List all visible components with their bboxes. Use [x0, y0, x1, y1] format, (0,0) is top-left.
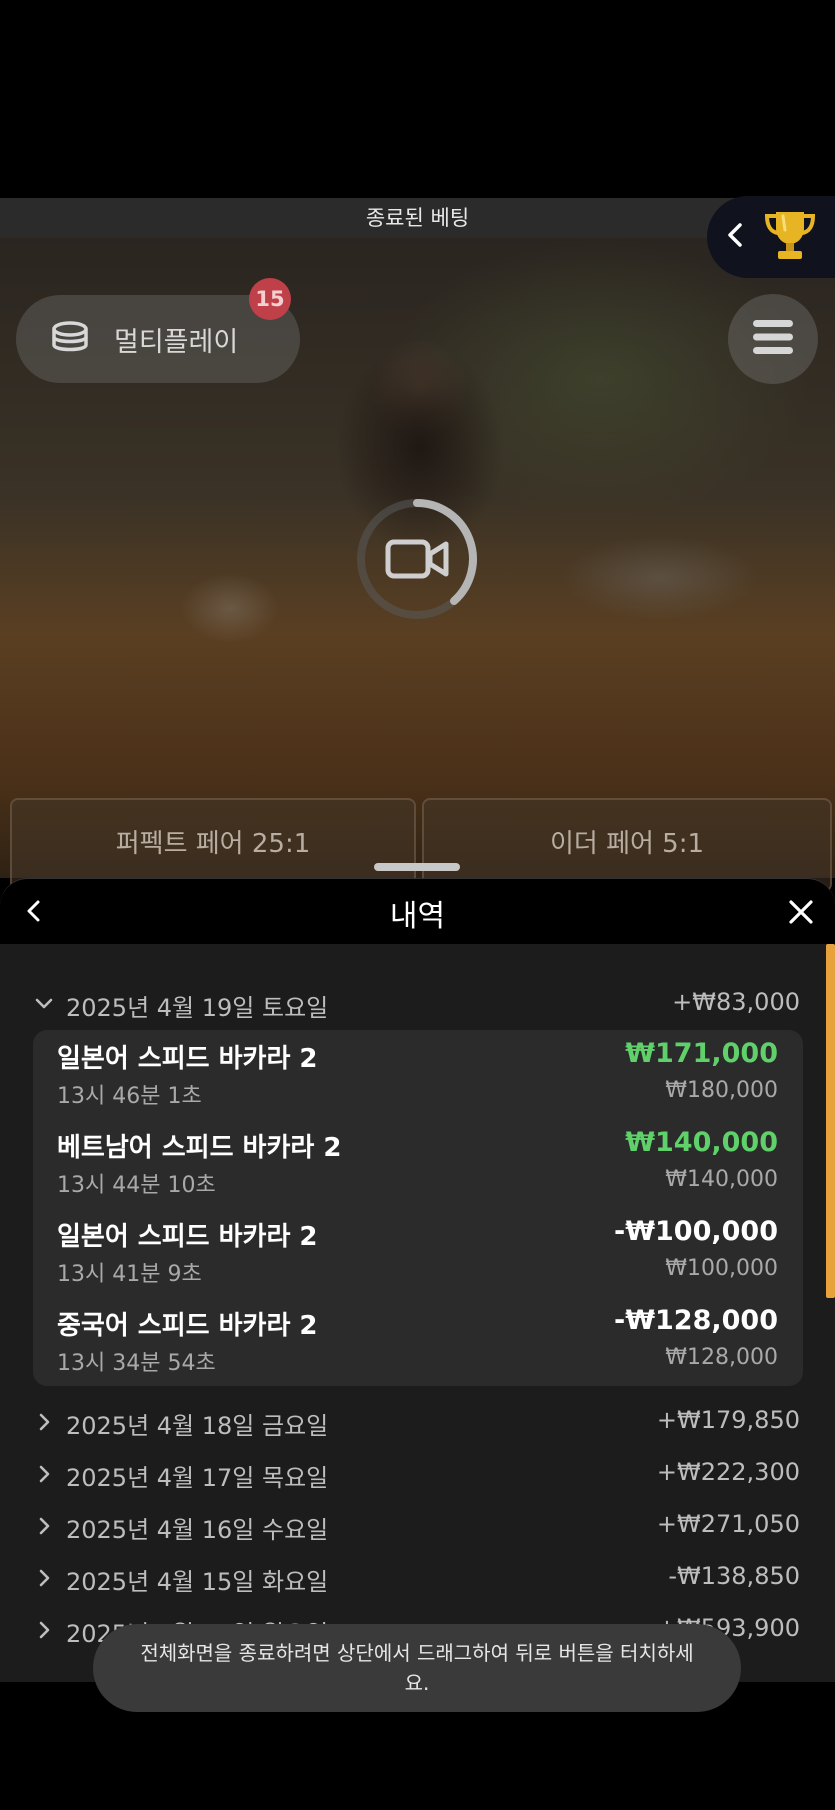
chevron-right-icon: [34, 1410, 54, 1431]
trophy-panel-tab[interactable]: [707, 196, 835, 278]
day-row-expanded[interactable]: 2025년 4월 19일 토요일 +₩83,000: [0, 980, 835, 1024]
bet-time: 13시 46분 1초: [57, 1084, 202, 1109]
history-sheet-header: 내역: [0, 878, 835, 945]
chevron-right-icon: [34, 1566, 54, 1587]
bet-result: -₩128,000: [614, 1305, 778, 1336]
sheet-drag-handle[interactable]: [374, 863, 460, 871]
bet-time: 13시 41분 9초: [57, 1262, 202, 1287]
bet-game: 중국어 스피드 바카라 2: [57, 1311, 318, 1341]
day-row[interactable]: 2025년 4월 18일 금요일 +₩179,850: [0, 1398, 835, 1442]
hamburger-menu-icon: [752, 318, 794, 360]
top-bar-title: 종료된 베팅: [365, 206, 470, 230]
day-total: +₩83,000: [672, 988, 800, 1016]
day-row[interactable]: 2025년 4월 17일 목요일 +₩222,300: [0, 1450, 835, 1494]
bet-game: 일본어 스피드 바카라 2: [57, 1222, 318, 1252]
multiplay-label: 멀티플레이: [114, 326, 239, 358]
day-date: 2025년 4월 16일 수요일: [66, 1516, 329, 1544]
day-row[interactable]: 2025년 4월 15일 화요일 -₩138,850: [0, 1554, 835, 1598]
bet-spot-label: 퍼펙트 페어 25:1: [115, 829, 311, 859]
bet-game: 일본어 스피드 바카라 2: [57, 1044, 318, 1074]
day-date: 2025년 4월 18일 금요일: [66, 1412, 329, 1440]
bet-result: ₩171,000: [625, 1038, 778, 1069]
day-date: 2025년 4월 19일 토요일: [66, 994, 329, 1022]
chevron-left-icon: [725, 221, 745, 253]
bet-stake: ₩180,000: [665, 1078, 778, 1103]
toast-text: 전체화면을 종료하려면 상단에서 드래그하여 뒤로 버튼을 터치하세요.: [140, 1641, 694, 1695]
bet-stake: ₩128,000: [665, 1345, 778, 1370]
history-title: 내역: [389, 899, 446, 934]
chips-stack-icon: [50, 319, 90, 359]
day-row[interactable]: 2025년 4월 16일 수요일 +₩271,050: [0, 1502, 835, 1546]
day-date: 2025년 4월 15일 화요일: [66, 1568, 329, 1596]
chevron-down-icon: [34, 992, 54, 1012]
bet-item[interactable]: 베트남어 스피드 바카라 2 13시 44분 10초 ₩140,000 ₩140…: [33, 1127, 803, 1207]
chevron-right-icon: [34, 1618, 54, 1639]
video-camera-icon: [356, 498, 478, 620]
trophy-icon: [761, 206, 819, 268]
chevron-right-icon: [34, 1514, 54, 1535]
day-total: +₩179,850: [656, 1406, 800, 1434]
multiplay-count-badge: 15: [249, 278, 291, 320]
close-button[interactable]: [788, 899, 814, 925]
fullscreen-exit-toast: 전체화면을 종료하려면 상단에서 드래그하여 뒤로 버튼을 터치하세요.: [93, 1624, 741, 1712]
bet-spot-label: 이더 페어 5:1: [549, 829, 705, 859]
bet-result: ₩140,000: [625, 1127, 778, 1158]
bet-time: 13시 34분 54초: [57, 1351, 216, 1376]
day-total: -₩138,850: [668, 1562, 800, 1590]
day-bets-card: 일본어 스피드 바카라 2 13시 46분 1초 ₩171,000 ₩180,0…: [33, 1030, 803, 1386]
bet-stake: ₩140,000: [665, 1167, 778, 1192]
menu-button[interactable]: [728, 294, 818, 384]
bet-item[interactable]: 일본어 스피드 바카라 2 13시 41분 9초 -₩100,000 ₩100,…: [33, 1216, 803, 1296]
day-total: +₩222,300: [656, 1458, 800, 1486]
bet-item[interactable]: 일본어 스피드 바카라 2 13시 46분 1초 ₩171,000 ₩180,0…: [33, 1038, 803, 1118]
bet-result: -₩100,000: [614, 1216, 778, 1247]
bet-stake: ₩100,000: [665, 1256, 778, 1281]
bet-game: 베트남어 스피드 바카라 2: [57, 1133, 342, 1163]
chevron-right-icon: [34, 1462, 54, 1483]
bet-item[interactable]: 중국어 스피드 바카라 2 13시 34분 54초 -₩128,000 ₩128…: [33, 1305, 803, 1385]
day-date: 2025년 4월 17일 목요일: [66, 1464, 329, 1492]
day-total: +₩271,050: [656, 1510, 800, 1538]
bet-time: 13시 44분 10초: [57, 1173, 216, 1198]
